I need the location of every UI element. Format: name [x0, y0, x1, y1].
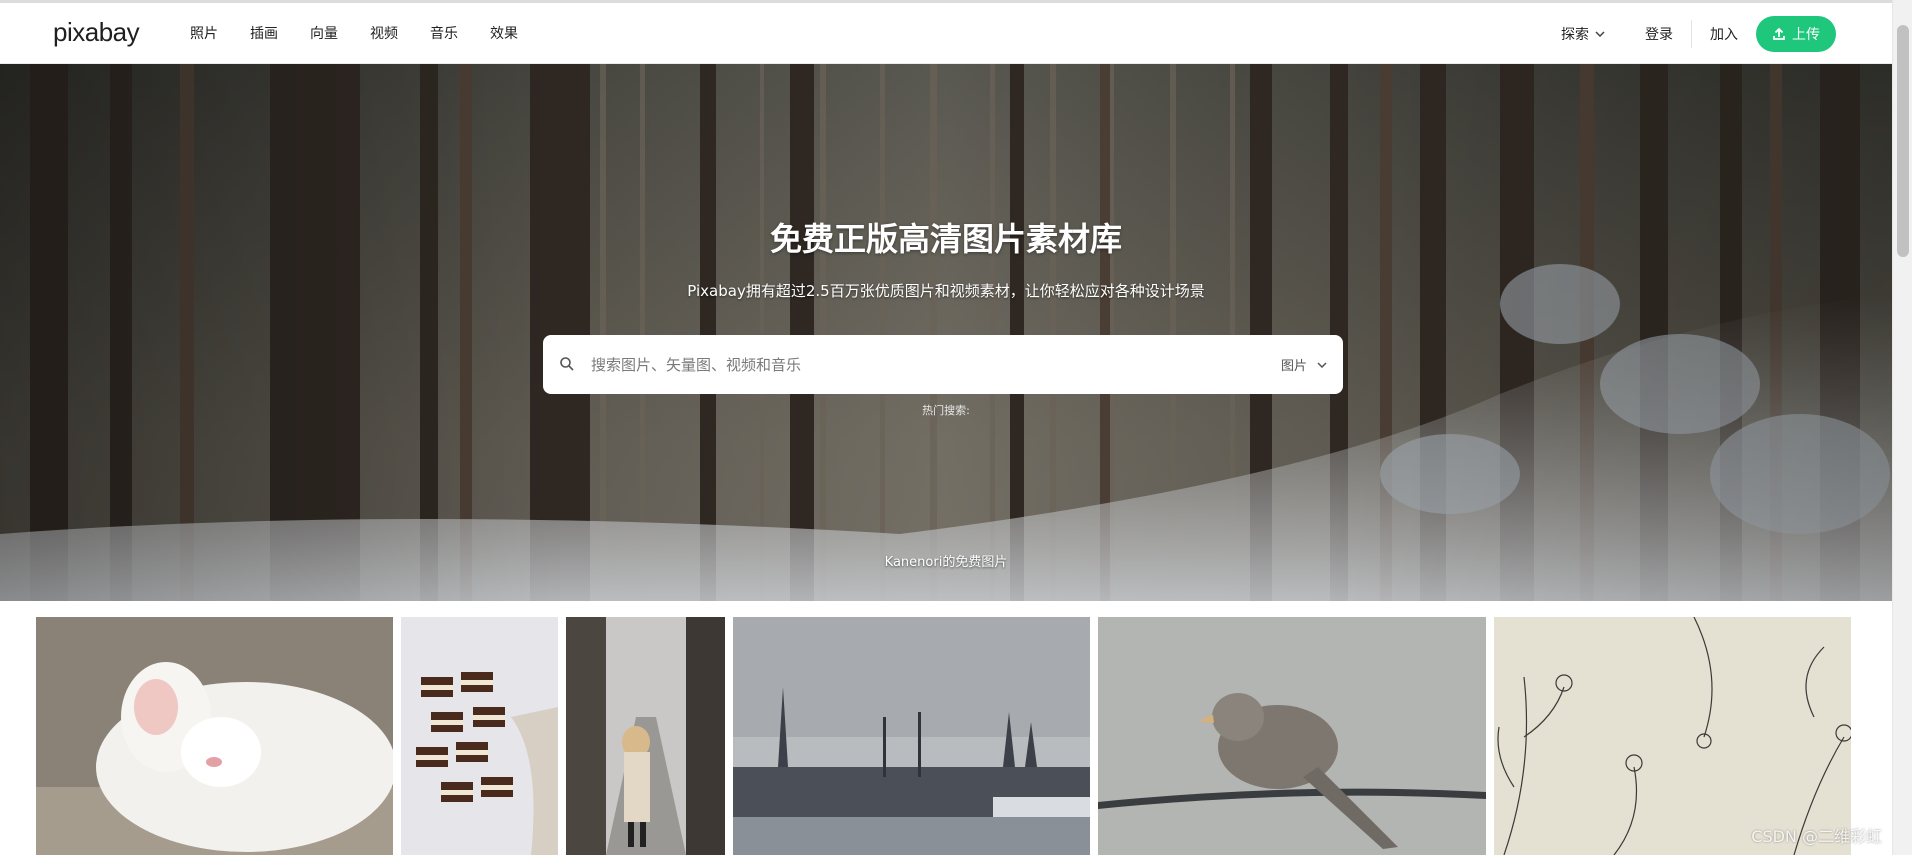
image-gallery	[36, 617, 1856, 855]
hot-search-label: 热门搜索:	[922, 404, 970, 417]
search-type-label: 图片	[1280, 359, 1307, 374]
login-link[interactable]: 登录	[1645, 24, 1673, 44]
upload-icon	[1773, 27, 1785, 40]
nav-item-illustrations[interactable]: 插画	[250, 24, 278, 44]
header-actions: 探索 登录 加入 上传	[1561, 3, 1836, 64]
join-link[interactable]: 加入	[1710, 24, 1738, 44]
watermark: CSDN @二维彩虹	[1751, 827, 1882, 846]
vertical-scrollbar[interactable]	[1892, 0, 1912, 855]
explore-menu[interactable]: 探索	[1561, 24, 1605, 44]
search-icon[interactable]	[559, 356, 575, 372]
search-bar: 图片	[543, 335, 1343, 394]
hero-title: 免费正版高清图片素材库	[769, 220, 1122, 258]
header-divider	[1691, 19, 1692, 48]
nav-item-music[interactable]: 音乐	[430, 24, 458, 44]
gallery-tile-bird[interactable]	[1098, 617, 1486, 855]
nav-item-vectors[interactable]: 向量	[310, 24, 338, 44]
gallery-tile-cake[interactable]	[401, 617, 558, 855]
nav-item-photos[interactable]: 照片	[190, 24, 218, 44]
site-header: pixabay 照片 插画 向量 视频 音乐 效果 探索 登录 加入 上传	[0, 3, 1892, 64]
pixabay-logo[interactable]: pixabay	[53, 17, 140, 47]
gallery-tile-floral-pattern[interactable]	[1494, 617, 1851, 855]
hero-overlay	[0, 64, 1892, 601]
hero-subtitle: Pixabay拥有超过2.5百万张优质图片和视频素材，让你轻松应对各种设计场景	[687, 282, 1205, 300]
hero-banner: 免费正版高清图片素材库 Pixabay拥有超过2.5百万张优质图片和视频素材，让…	[0, 64, 1892, 601]
scrollbar-thumb[interactable]	[1897, 25, 1909, 257]
chevron-down-icon	[1317, 361, 1327, 368]
main-nav: 照片 插画 向量 视频 音乐 效果	[190, 3, 550, 64]
nav-item-videos[interactable]: 视频	[370, 24, 398, 44]
gallery-tile-woman-street[interactable]	[566, 617, 725, 855]
gallery-tile-cat[interactable]	[36, 617, 393, 855]
upload-label: 上传	[1792, 26, 1820, 43]
photo-credit-link[interactable]: Kanenori的免费图片	[0, 551, 1892, 570]
nav-item-effects[interactable]: 效果	[490, 24, 518, 44]
gallery-tile-city-skyline[interactable]	[733, 617, 1090, 855]
explore-label: 探索	[1561, 26, 1589, 43]
upload-button[interactable]: 上传	[1756, 15, 1836, 52]
search-input[interactable]	[589, 335, 1189, 394]
chevron-down-icon	[1595, 30, 1605, 37]
search-type-select[interactable]: 图片	[1281, 335, 1327, 394]
